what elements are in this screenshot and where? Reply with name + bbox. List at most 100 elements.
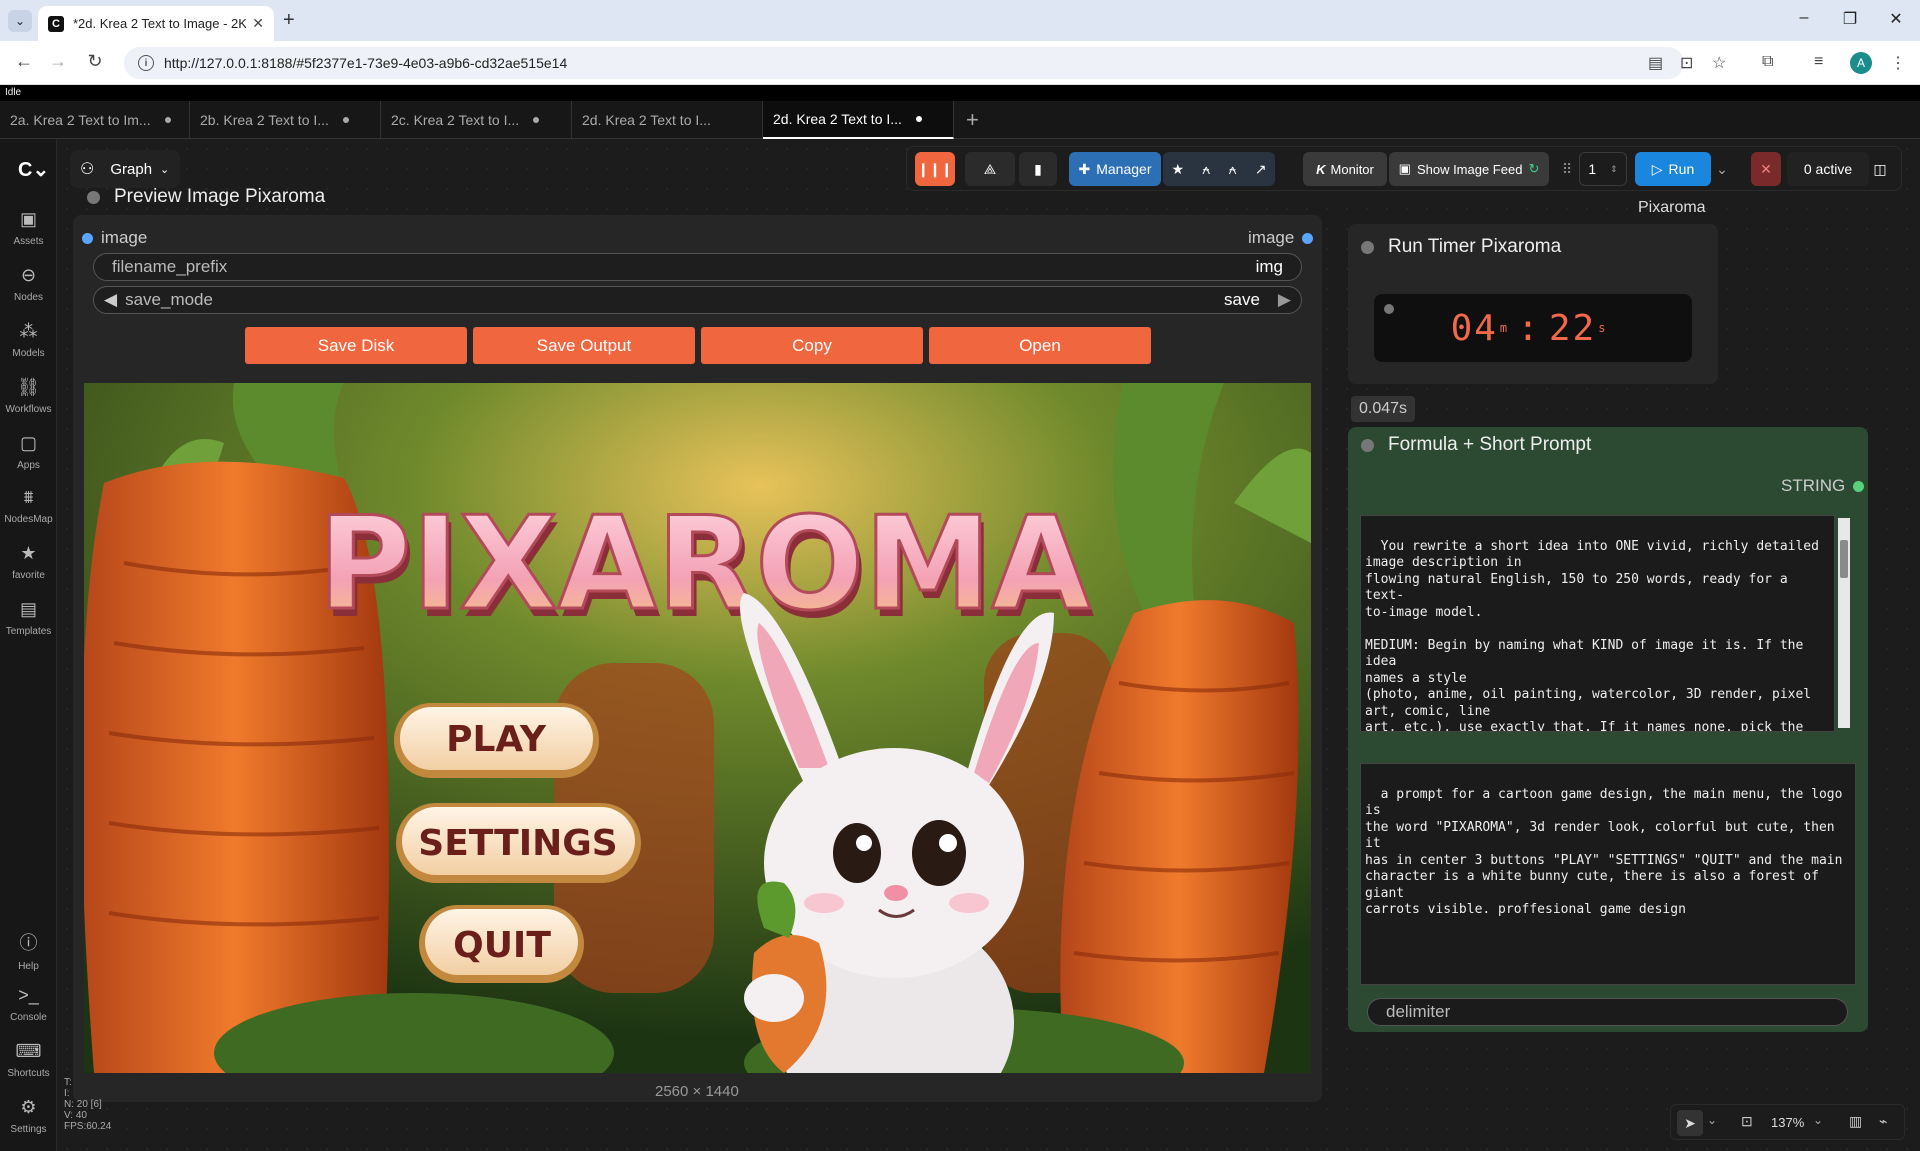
- reload-icon[interactable]: ↻: [83, 51, 107, 72]
- bookmark-star-icon[interactable]: ☆: [1712, 53, 1726, 73]
- browser-tab[interactable]: C *2d. Krea 2 Text to Image - 2K ✕: [38, 6, 274, 41]
- zoom-chevron-icon[interactable]: ⌄: [1813, 1113, 1823, 1127]
- filename-prefix-field[interactable]: filename_prefix img: [93, 253, 1302, 281]
- arrow-left-icon[interactable]: ◀: [104, 290, 117, 310]
- short-prompt-textarea[interactable]: a prompt for a cartoon game design, the …: [1360, 763, 1856, 985]
- cancel-icon[interactable]: ✕: [1751, 152, 1781, 186]
- sidebar-item-assets[interactable]: ▣ Assets: [0, 209, 57, 247]
- nodes-icon: ⊖: [20, 265, 37, 285]
- workflow-tab-label: 2d. Krea 2 Text to I...: [773, 111, 902, 127]
- sidebar-item-help[interactable]: ⓘ Help: [0, 929, 57, 972]
- timer-node-title-text: Run Timer Pixaroma: [1388, 236, 1562, 257]
- a-icon[interactable]: ⍲: [1202, 161, 1210, 178]
- collapse-dot-icon[interactable]: [1361, 240, 1374, 254]
- bookmark-icon[interactable]: ▮: [1019, 152, 1057, 186]
- delimiter-field[interactable]: delimiter: [1367, 998, 1848, 1026]
- restore-button[interactable]: ❐: [1827, 9, 1873, 29]
- run-label: Run: [1668, 161, 1695, 177]
- zoom-level[interactable]: 137%: [1771, 1115, 1804, 1130]
- extensions-icon[interactable]: ⧉: [1762, 53, 1773, 71]
- graph-menu-button[interactable]: ⚇ Graph ⌄: [70, 150, 180, 188]
- collapse-dot-icon[interactable]: [1361, 438, 1374, 452]
- timer-node-title[interactable]: Run Timer Pixaroma: [1361, 236, 1561, 258]
- arrow-right-icon[interactable]: ▶: [1278, 290, 1291, 310]
- formula-node-title[interactable]: Formula + Short Prompt: [1361, 434, 1591, 456]
- image-output[interactable]: image: [1248, 228, 1314, 248]
- audio-icon[interactable]: ❙❙❙: [915, 152, 955, 186]
- chevron-down-icon[interactable]: ⌄: [1707, 1113, 1717, 1127]
- menu-button-settings: SETTINGS: [396, 803, 641, 883]
- link-visibility-icon[interactable]: ⌁: [1879, 1113, 1887, 1130]
- string-output-socket-icon[interactable]: [1853, 480, 1865, 492]
- profile-avatar[interactable]: A: [1850, 52, 1872, 74]
- logo-triangle-icon[interactable]: ⟁: [965, 152, 1015, 186]
- select-tool-icon[interactable]: ➤: [1677, 1110, 1703, 1136]
- monitor-button[interactable]: K Monitor: [1303, 152, 1387, 186]
- input-socket-icon[interactable]: [82, 232, 93, 244]
- sidebar-item-label: Settings: [10, 1124, 47, 1135]
- minimize-button[interactable]: –: [1781, 9, 1827, 27]
- media-icon[interactable]: ≡: [1814, 53, 1823, 71]
- preview-image: PIXAROMA PIXAROMA PLAY SETTINGS QUIT: [84, 383, 1311, 1073]
- save-mode-combo[interactable]: ◀ save_mode save ▶: [93, 286, 1302, 314]
- scrollbar[interactable]: [1838, 518, 1850, 728]
- add-workflow-button[interactable]: +: [966, 107, 979, 133]
- scrollbar-thumb[interactable]: [1840, 540, 1848, 578]
- workflow-tab[interactable]: 2b. Krea 2 Text to I...: [190, 101, 381, 139]
- sidebar-item-favorite[interactable]: ★ favorite: [0, 543, 57, 581]
- b-icon[interactable]: ⍲: [1228, 161, 1236, 178]
- sidebar-item-settings[interactable]: ⚙ Settings: [0, 1097, 57, 1135]
- system-prompt-textarea[interactable]: You rewrite a short idea into ONE vivid,…: [1360, 515, 1835, 732]
- sidebar-item-templates[interactable]: ▤ Templates: [0, 599, 57, 637]
- save-output-button[interactable]: Save Output: [473, 327, 695, 364]
- menu-icon[interactable]: ⋮: [1890, 53, 1906, 73]
- canvas-controls: ➤ ⌄ ⊡ 137% ⌄ ▥ ⌁: [1670, 1104, 1905, 1140]
- workflow-tab[interactable]: 2d. Krea 2 Text to I...: [572, 101, 763, 139]
- page-icon[interactable]: ▤: [1648, 53, 1663, 73]
- workflow-tab-active[interactable]: 2d. Krea 2 Text to I...: [763, 101, 954, 139]
- sidebar-item-apps[interactable]: ▢ Apps: [0, 433, 57, 471]
- close-tab-icon[interactable]: ✕: [252, 15, 264, 32]
- site-info-icon[interactable]: i: [138, 55, 154, 71]
- close-window-button[interactable]: ✕: [1873, 9, 1919, 29]
- panel-toggle-icon[interactable]: ◫: [1865, 152, 1895, 186]
- timer-seconds: 22: [1548, 307, 1597, 349]
- sidebar-item-nodes[interactable]: ⊖ Nodes: [0, 265, 57, 303]
- run-button[interactable]: ▷ Run: [1635, 152, 1711, 186]
- chevron-down-icon: ⌄: [160, 163, 170, 176]
- workflow-tab[interactable]: 2c. Krea 2 Text to I...: [381, 101, 572, 139]
- queue-count-input[interactable]: 1 ⇕: [1579, 152, 1627, 186]
- minimap-icon[interactable]: ▥: [1849, 1113, 1862, 1130]
- sidebar-item-workflows[interactable]: ⛓ Workflows: [0, 377, 57, 415]
- star-icon[interactable]: ★: [1171, 161, 1184, 178]
- output-socket-icon[interactable]: [1302, 232, 1314, 244]
- browser-tab-strip: ⌄ C *2d. Krea 2 Text to Image - 2K ✕ + –…: [0, 0, 1920, 41]
- open-button[interactable]: Open: [929, 327, 1151, 364]
- active-queue-button[interactable]: 0 active: [1787, 152, 1869, 186]
- install-icon[interactable]: ⊡: [1680, 53, 1693, 73]
- fit-view-icon[interactable]: ⊡: [1741, 1113, 1753, 1130]
- collapse-dot-icon[interactable]: [87, 190, 100, 204]
- address-bar[interactable]: i http://127.0.0.1:8188/#5f2377e1-73e9-4…: [124, 47, 1684, 79]
- save-disk-button[interactable]: Save Disk: [245, 327, 467, 364]
- new-tab-button[interactable]: +: [283, 9, 295, 32]
- forward-icon[interactable]: →: [46, 51, 70, 72]
- comfy-logo-icon[interactable]: C⌄: [18, 157, 49, 182]
- tab-list-button[interactable]: ⌄: [8, 10, 32, 32]
- sidebar-item-console[interactable]: >_ Console: [0, 985, 57, 1023]
- copy-button[interactable]: Copy: [701, 327, 923, 364]
- run-options-chevron-icon[interactable]: ⌄: [1711, 152, 1733, 186]
- sidebar-item-shortcuts[interactable]: ⌨ Shortcuts: [0, 1041, 57, 1079]
- drag-handle-icon[interactable]: ⠿: [1559, 152, 1575, 186]
- sidebar-item-models[interactable]: ⁂ Models: [0, 321, 57, 359]
- sidebar-item-nodesmap[interactable]: ⩩ NodesMap: [0, 487, 57, 525]
- show-image-feed-toggle[interactable]: ▣ Show Image Feed ↻: [1389, 152, 1549, 186]
- string-output[interactable]: STRING: [1781, 476, 1865, 496]
- back-icon[interactable]: ←: [12, 51, 36, 72]
- manager-button[interactable]: ✚ Manager: [1069, 152, 1161, 186]
- preview-node-title[interactable]: Preview Image Pixaroma: [87, 186, 325, 208]
- stepper-icon[interactable]: ⇕: [1610, 164, 1618, 175]
- image-input[interactable]: image: [82, 228, 147, 248]
- workflow-tab[interactable]: 2a. Krea 2 Text to Im...: [0, 101, 190, 139]
- share-icon[interactable]: ↗: [1255, 161, 1267, 178]
